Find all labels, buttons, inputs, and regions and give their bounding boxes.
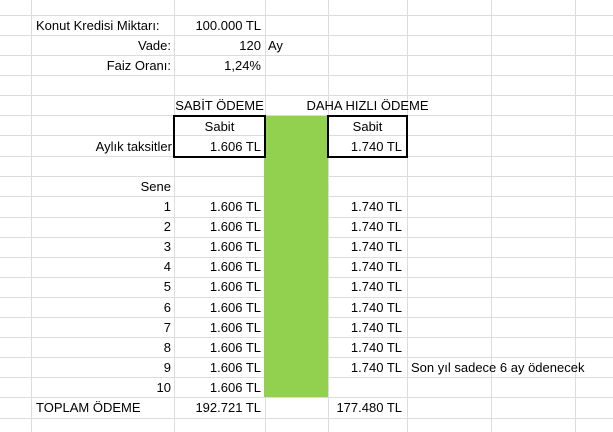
year-fixed-payment[interactable]: 1.606 TL xyxy=(175,338,261,358)
year-note[interactable] xyxy=(411,378,611,398)
faster-subheader: Sabit xyxy=(352,119,383,134)
year-note[interactable] xyxy=(411,277,611,297)
year-faster-payment[interactable]: 1.740 TL xyxy=(329,318,402,338)
year-fixed-payment[interactable]: 1.606 TL xyxy=(175,378,261,398)
year-fixed-payment[interactable]: 1.606 TL xyxy=(175,318,261,338)
year-note[interactable] xyxy=(411,237,611,257)
year-note[interactable] xyxy=(411,318,611,338)
term-value[interactable]: 120 xyxy=(175,36,261,56)
year-note[interactable]: Son yıl sadece 6 ay ödenecek xyxy=(411,358,611,378)
year-fixed-payment[interactable]: 1.606 TL xyxy=(175,358,261,378)
year-note[interactable] xyxy=(411,197,611,217)
total-faster-value[interactable]: 177.480 TL xyxy=(329,398,402,418)
gridline-horizontal xyxy=(0,418,613,419)
year-number[interactable]: 2 xyxy=(31,217,171,237)
year-number[interactable]: 3 xyxy=(31,237,171,257)
year-note[interactable] xyxy=(411,217,611,237)
monthly-fixed-value[interactable]: 1.606 TL xyxy=(175,137,261,157)
year-fixed-payment[interactable]: 1.606 TL xyxy=(175,277,261,297)
year-faster-payment[interactable]: 1.740 TL xyxy=(329,237,402,257)
monthly-label: Aylık taksitler xyxy=(95,139,172,154)
year-number[interactable]: 10 xyxy=(31,378,171,398)
loan-amount-label: Konut Kredisi Miktarı: xyxy=(36,18,160,33)
year-note[interactable] xyxy=(411,338,611,358)
year-faster-payment[interactable]: 1.740 TL xyxy=(329,257,402,277)
year-number[interactable]: 9 xyxy=(31,358,171,378)
year-fixed-payment[interactable]: 1.606 TL xyxy=(175,237,261,257)
highlight-column xyxy=(264,116,328,397)
term-label: Vade: xyxy=(137,38,171,53)
year-faster-payment[interactable] xyxy=(329,378,402,398)
year-faster-payment[interactable]: 1.740 TL xyxy=(329,277,402,297)
year-note[interactable] xyxy=(411,298,611,318)
fixed-subheader: Sabit xyxy=(204,119,235,134)
fixed-header: SABİT ÖDEME xyxy=(175,98,264,113)
year-faster-payment[interactable]: 1.740 TL xyxy=(329,338,402,358)
year-number[interactable]: 7 xyxy=(31,318,171,338)
loan-amount-value[interactable]: 100.000 TL xyxy=(175,16,261,36)
year-number[interactable]: 8 xyxy=(31,338,171,358)
rate-label: Faiz Oranı: xyxy=(106,58,171,73)
year-faster-payment[interactable]: 1.740 TL xyxy=(329,197,402,217)
year-number[interactable]: 1 xyxy=(31,197,171,217)
year-number[interactable]: 6 xyxy=(31,298,171,318)
total-fixed-value[interactable]: 192.721 TL xyxy=(175,398,261,418)
year-number[interactable]: 4 xyxy=(31,257,171,277)
year-faster-payment[interactable]: 1.740 TL xyxy=(329,358,402,378)
faster-header: DAHA HIZLI ÖDEME xyxy=(306,98,429,113)
year-fixed-payment[interactable]: 1.606 TL xyxy=(175,257,261,277)
year-note[interactable] xyxy=(411,257,611,277)
gridline-vertical xyxy=(407,0,408,432)
year-faster-payment[interactable]: 1.740 TL xyxy=(329,217,402,237)
term-unit: Ay xyxy=(268,38,283,53)
year-fixed-payment[interactable]: 1.606 TL xyxy=(175,197,261,217)
total-label: TOPLAM ÖDEME xyxy=(36,400,141,415)
monthly-faster-value[interactable]: 1.740 TL xyxy=(329,137,402,157)
year-faster-payment[interactable]: 1.740 TL xyxy=(329,298,402,318)
year-number[interactable]: 5 xyxy=(31,277,171,297)
year-label: Sene xyxy=(140,179,171,194)
rate-value[interactable]: 1,24% xyxy=(175,56,261,76)
year-fixed-payment[interactable]: 1.606 TL xyxy=(175,298,261,318)
year-fixed-payment[interactable]: 1.606 TL xyxy=(175,217,261,237)
